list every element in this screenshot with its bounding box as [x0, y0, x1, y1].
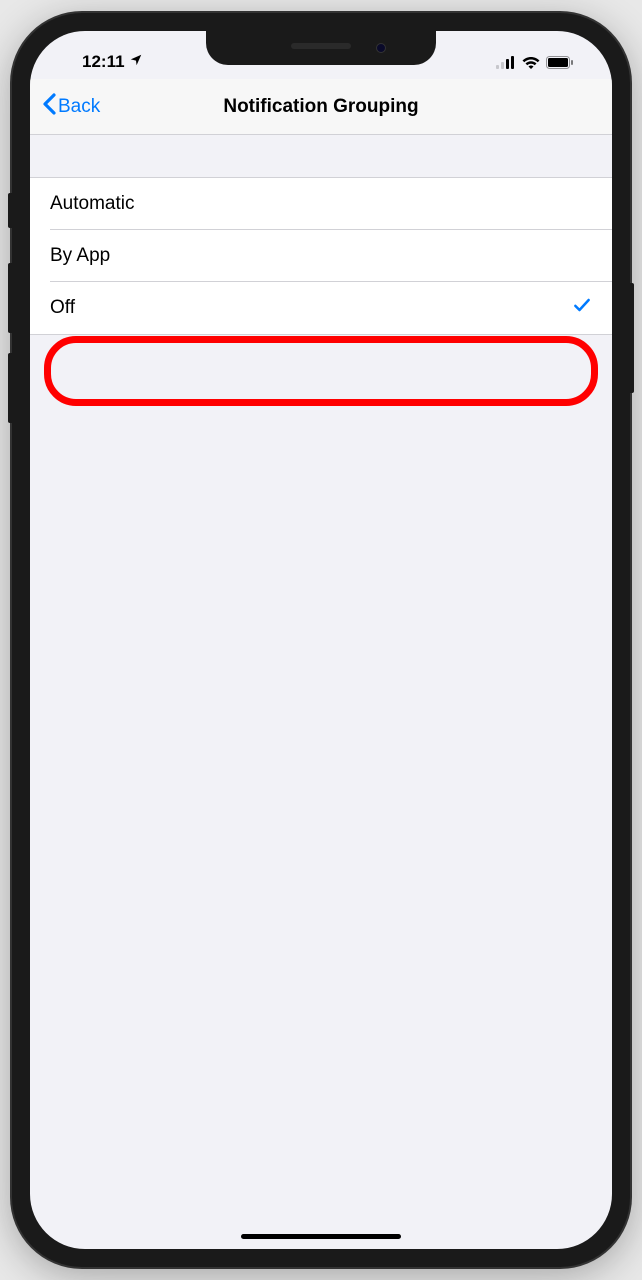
back-label: Back — [58, 96, 100, 118]
option-label: Automatic — [50, 193, 134, 215]
page-title: Notification Grouping — [30, 96, 612, 118]
option-off[interactable]: Off — [30, 282, 612, 334]
nav-bar: Back Notification Grouping — [30, 79, 612, 135]
option-by-app[interactable]: By App — [30, 230, 612, 282]
notch — [206, 31, 436, 65]
phone-frame: 12:11 — [12, 13, 630, 1267]
power-button — [630, 283, 634, 393]
volume-down-button — [8, 353, 12, 423]
content: Automatic By App Off — [30, 135, 612, 335]
home-indicator[interactable] — [241, 1234, 401, 1239]
front-camera — [376, 43, 386, 53]
volume-up-button — [8, 263, 12, 333]
option-label: By App — [50, 245, 110, 267]
status-time: 12:11 — [82, 52, 125, 72]
speaker — [291, 43, 351, 49]
option-automatic[interactable]: Automatic — [30, 178, 612, 230]
back-button[interactable]: Back — [30, 93, 100, 121]
annotation-highlight — [44, 336, 598, 406]
status-right — [496, 56, 584, 69]
signal-icon — [496, 56, 516, 69]
status-left: 12:11 — [58, 52, 143, 72]
battery-icon — [546, 56, 574, 69]
screen: 12:11 — [30, 31, 612, 1249]
checkmark-icon — [572, 295, 592, 321]
chevron-back-icon — [42, 93, 56, 121]
wifi-icon — [522, 56, 540, 69]
location-icon — [129, 52, 143, 72]
mute-switch — [8, 193, 12, 228]
option-label: Off — [50, 297, 75, 319]
options-list: Automatic By App Off — [30, 177, 612, 335]
section-spacer — [30, 135, 612, 177]
